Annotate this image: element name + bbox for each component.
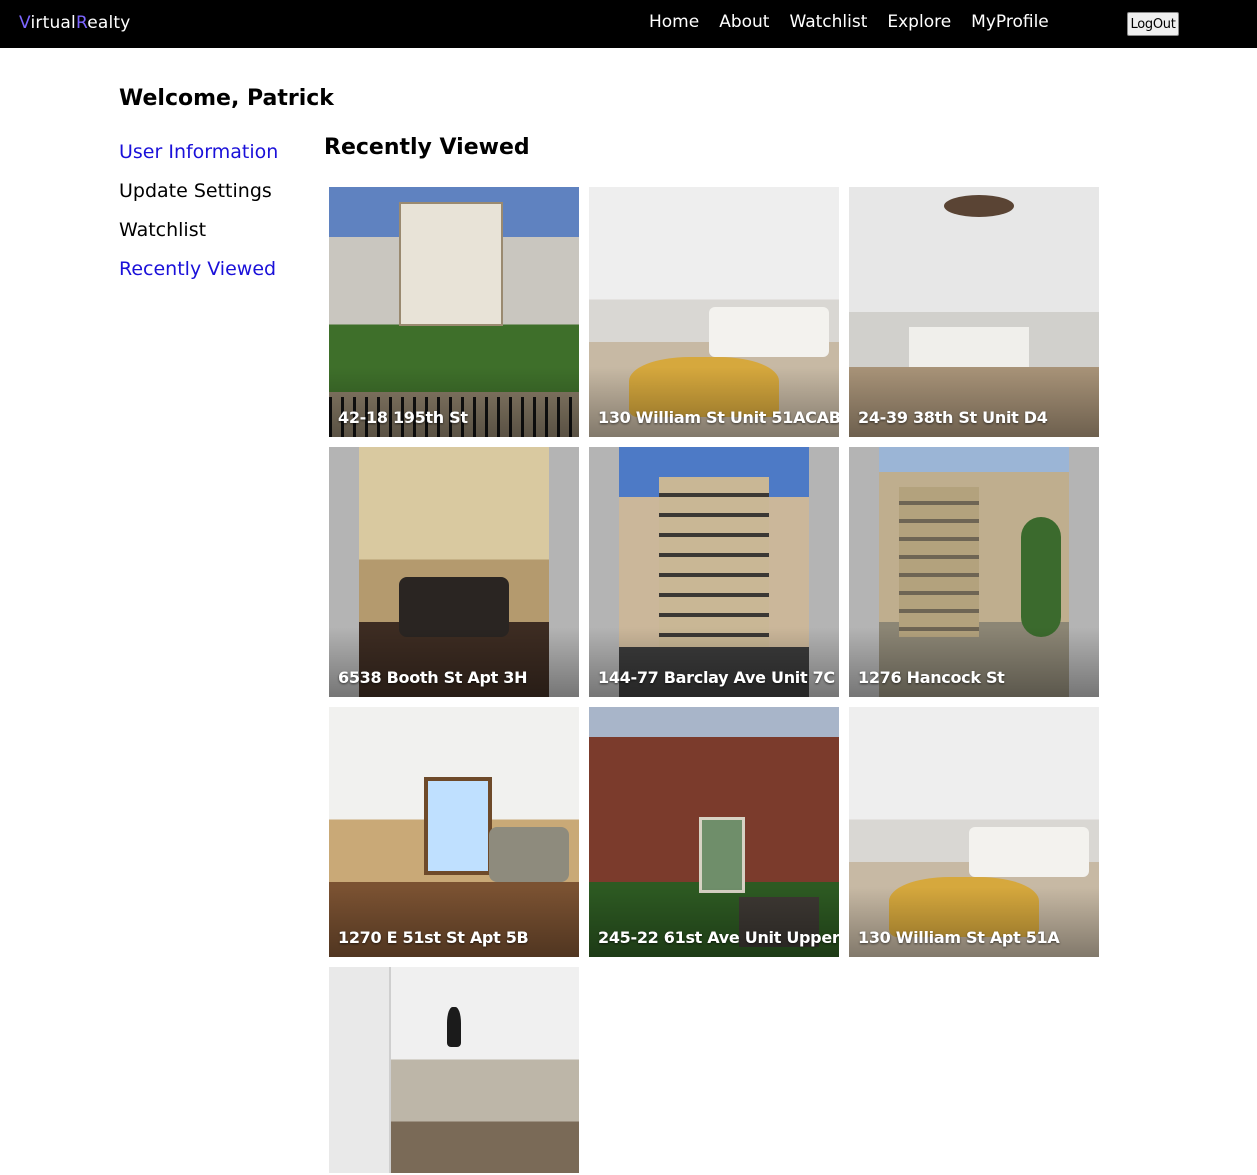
listing-address: 245-22 61st Ave Unit Upper bbox=[598, 928, 839, 947]
listing-card[interactable]: 1276 Hancock St bbox=[849, 447, 1099, 697]
listing-address: 1270 E 51st St Apt 5B bbox=[338, 928, 529, 947]
listing-card[interactable] bbox=[329, 967, 579, 1173]
listing-card[interactable]: 1270 E 51st St Apt 5B bbox=[329, 707, 579, 957]
logout-button[interactable]: LogOut bbox=[1127, 12, 1179, 36]
profile-sidebar: User Information Update Settings Watchli… bbox=[119, 141, 278, 297]
nav-watchlist[interactable]: Watchlist bbox=[789, 12, 867, 32]
nav-about[interactable]: About bbox=[719, 12, 769, 32]
top-navbar: VirtualRealty Home About Watchlist Explo… bbox=[0, 0, 1257, 48]
sidebar-item-update-settings[interactable]: Update Settings bbox=[119, 180, 278, 219]
nav-myprofile[interactable]: MyProfile bbox=[971, 12, 1049, 32]
sidebar-item-watchlist[interactable]: Watchlist bbox=[119, 219, 278, 258]
listing-card[interactable]: 130 William St Apt 51A bbox=[849, 707, 1099, 957]
section-title: Recently Viewed bbox=[324, 135, 530, 160]
listing-grid: 42-18 195th St 130 William St Unit 51ACA… bbox=[329, 187, 1099, 1173]
sidebar-item-recently-viewed[interactable]: Recently Viewed bbox=[119, 258, 278, 297]
listing-address: 144-77 Barclay Ave Unit 7C bbox=[598, 668, 835, 687]
listing-address: 24-39 38th St Unit D4 bbox=[858, 408, 1048, 427]
listing-photo bbox=[329, 967, 579, 1173]
listing-address: 6538 Booth St Apt 3H bbox=[338, 668, 528, 687]
nav-explore[interactable]: Explore bbox=[887, 12, 951, 32]
listing-card[interactable]: 24-39 38th St Unit D4 bbox=[849, 187, 1099, 437]
listing-address: 130 William St Unit 51ACAB bbox=[598, 408, 839, 427]
nav-home[interactable]: Home bbox=[649, 12, 699, 32]
listing-address: 130 William St Apt 51A bbox=[858, 928, 1060, 947]
brand-logo[interactable]: VirtualRealty bbox=[19, 13, 131, 33]
listing-card[interactable]: 42-18 195th St bbox=[329, 187, 579, 437]
sidebar-item-user-information[interactable]: User Information bbox=[119, 141, 278, 180]
listing-card[interactable]: 6538 Booth St Apt 3H bbox=[329, 447, 579, 697]
welcome-heading: Welcome, Patrick bbox=[119, 86, 334, 111]
listing-card[interactable]: 245-22 61st Ave Unit Upper bbox=[589, 707, 839, 957]
listing-card[interactable]: 144-77 Barclay Ave Unit 7C bbox=[589, 447, 839, 697]
listing-address: 42-18 195th St bbox=[338, 408, 468, 427]
listing-address: 1276 Hancock St bbox=[858, 668, 1005, 687]
listing-card[interactable]: 130 William St Unit 51ACAB bbox=[589, 187, 839, 437]
main-nav: Home About Watchlist Explore MyProfile bbox=[649, 12, 1049, 32]
